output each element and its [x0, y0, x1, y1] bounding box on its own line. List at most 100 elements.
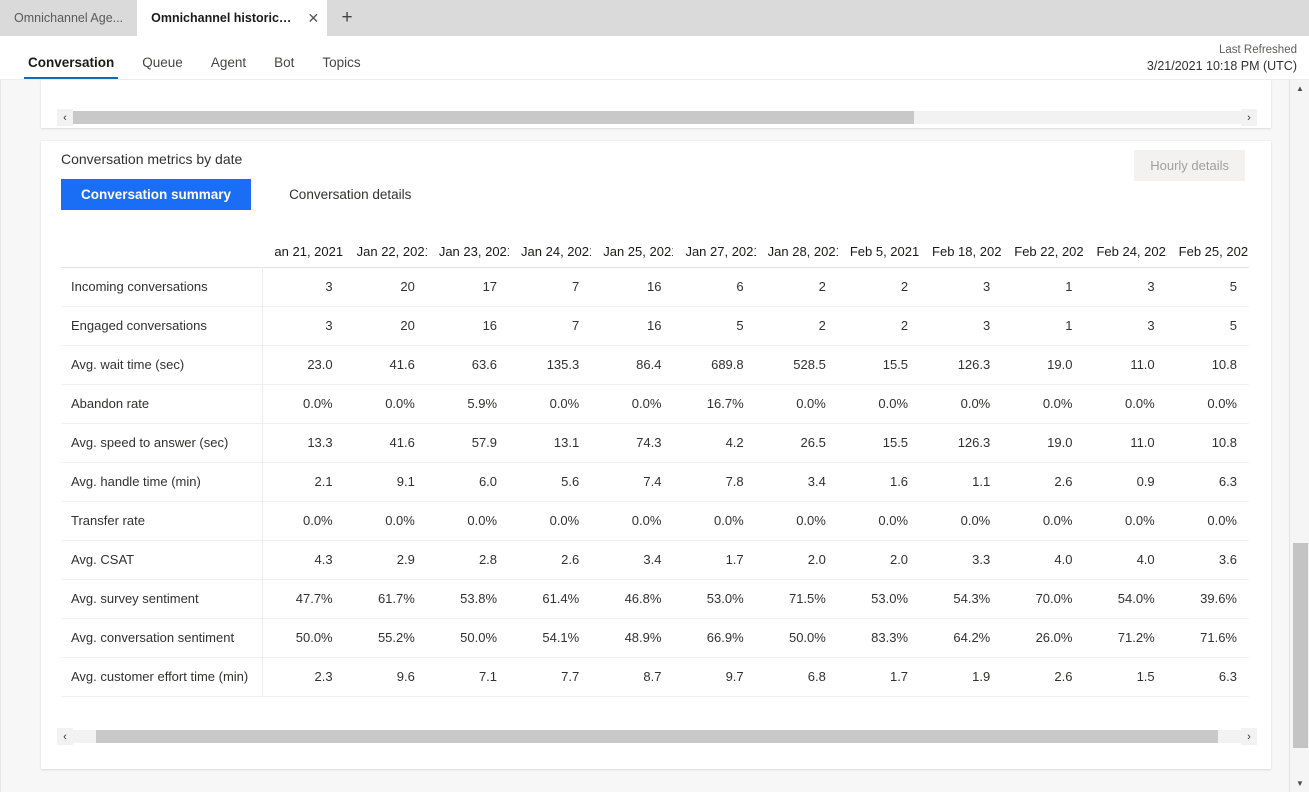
metric-value-cell: 2.1 [262, 461, 345, 501]
vertical-scrollbar-thumb[interactable] [1293, 543, 1308, 748]
column-header-date[interactable]: Feb 24, 2021 [1084, 219, 1166, 267]
tab-queue[interactable]: Queue [132, 55, 193, 79]
metric-value-cell: 66.9% [673, 617, 756, 657]
scroll-right-icon[interactable]: › [1241, 728, 1257, 745]
metric-value-cell: 20 [344, 305, 427, 345]
report-page: ‹ › Conversation metrics by date Hourly … [0, 80, 1289, 792]
metric-value-cell: 20 [344, 266, 427, 306]
metric-name-cell: Avg. speed to answer (sec) [61, 422, 263, 462]
column-header-date[interactable]: Jan 27, 2021 [673, 219, 755, 267]
metric-value-cell: 0.0% [1166, 500, 1249, 540]
metric-value-cell: 2.9 [344, 539, 427, 579]
tab-agent[interactable]: Agent [201, 55, 256, 79]
scrollbar-thumb[interactable] [73, 111, 914, 124]
metric-value-cell: 4.3 [262, 539, 345, 579]
column-header-date[interactable]: Jan 23, 2021 [427, 219, 509, 267]
metric-value-cell: 0.0% [920, 383, 1003, 423]
column-header-date[interactable]: Jan 28, 2021 [756, 219, 838, 267]
table-header: an 21, 2021 Jan 22, 2021 Jan 23, 2021 Ja… [61, 219, 1249, 267]
hourly-details-button[interactable]: Hourly details [1134, 150, 1245, 181]
metric-value-cell: 2.6 [1002, 656, 1085, 697]
table-row: Avg. customer effort time (min) 2.3 9.6 7.1… [61, 656, 1249, 697]
metric-value-cell: 2.3 [262, 656, 345, 697]
metric-value-cell: 50.0% [755, 617, 838, 657]
metric-value-cell: 0.0% [426, 500, 510, 540]
scroll-right-icon[interactable]: › [1241, 109, 1257, 126]
browser-tab-inactive[interactable]: Omnichannel Age... [0, 0, 137, 36]
column-header-date[interactable]: Jan 24, 2021 [509, 219, 591, 267]
conversation-details-button[interactable]: Conversation details [273, 179, 427, 210]
scroll-left-icon[interactable]: ‹ [57, 728, 73, 745]
conversation-summary-button[interactable]: Conversation summary [61, 179, 252, 210]
column-header-date[interactable]: Feb 18, 2021 [920, 219, 1002, 267]
metric-value-cell: 1.5 [1084, 656, 1167, 697]
metric-value-cell: 46.8% [591, 578, 674, 618]
browser-tab-active[interactable]: Omnichannel historical an... ✕ [137, 0, 328, 36]
close-icon[interactable]: ✕ [306, 9, 322, 27]
metric-value-cell: 135.3 [509, 344, 592, 384]
metric-value-cell: 53.8% [426, 578, 510, 618]
column-header-date[interactable]: Feb 25, 2021 [1167, 219, 1249, 267]
metric-value-cell: 5.9% [426, 383, 510, 423]
scrollbar-track[interactable] [73, 111, 1241, 124]
metric-value-cell: 3 [262, 305, 345, 345]
metric-value-cell: 53.0% [837, 578, 921, 618]
scroll-left-icon[interactable]: ‹ [57, 109, 73, 126]
metric-value-cell: 19.0 [1002, 344, 1085, 384]
column-header-date[interactable]: Feb 5, 2021 [838, 219, 920, 267]
table-row: Avg. speed to answer (sec) 13.3 41.6 57.9 13… [61, 422, 1249, 462]
metric-value-cell: 70.0% [1002, 578, 1085, 618]
metric-value-cell: 17 [426, 266, 510, 306]
metric-value-cell: 2.6 [1002, 461, 1085, 501]
metric-value-cell: 8.7 [591, 656, 674, 697]
metric-value-cell: 3 [920, 266, 1003, 306]
tab-conversation[interactable]: Conversation [18, 55, 124, 79]
metric-name-cell: Avg. conversation sentiment [61, 617, 263, 657]
column-header-date[interactable]: Jan 22, 2021 [345, 219, 427, 267]
scroll-down-icon[interactable]: ▼ [1290, 775, 1309, 792]
metric-value-cell: 50.0% [426, 617, 510, 657]
column-header-date[interactable]: Jan 25, 2021 [591, 219, 673, 267]
metric-value-cell: 2.6 [509, 539, 592, 579]
table-horizontal-scrollbar[interactable]: ‹ › [57, 728, 1257, 745]
metric-value-cell: 7.8 [673, 461, 756, 501]
table-row: Abandon rate 0.0% 0.0% 5.9% 0.0% 0.0% 16.7% 0.0… [61, 383, 1249, 423]
metric-value-cell: 16 [591, 305, 674, 345]
metric-value-cell: 4.0 [1084, 539, 1167, 579]
metric-value-cell: 1.9 [920, 656, 1003, 697]
scrollbar-track[interactable] [73, 730, 1241, 743]
metric-value-cell: 126.3 [920, 422, 1003, 462]
new-tab-icon[interactable]: + [327, 0, 367, 36]
column-header-date[interactable]: Feb 22, 2021 [1002, 219, 1084, 267]
conversation-metrics-card: Conversation metrics by date Hourly deta… [41, 141, 1271, 769]
browser-tab-strip: Omnichannel Age... Omnichannel historica… [0, 0, 1309, 36]
metric-value-cell: 5 [1166, 305, 1249, 345]
metric-value-cell: 13.1 [509, 422, 592, 462]
page-title: Conversation metrics by date [61, 151, 243, 167]
metric-value-cell: 0.0% [344, 383, 427, 423]
metric-value-cell: 4.0 [1002, 539, 1085, 579]
tab-topics[interactable]: Topics [312, 55, 370, 79]
nav-tabs: Conversation Queue Agent Bot Topics [0, 55, 379, 79]
upper-horizontal-scrollbar[interactable]: ‹ › [57, 109, 1257, 126]
metric-value-cell: 1.7 [673, 539, 756, 579]
metric-value-cell: 3 [262, 266, 345, 306]
metric-value-cell: 689.8 [673, 344, 756, 384]
metrics-view-toggle: Conversation summary Conversation detail… [61, 179, 427, 210]
metric-value-cell: 2.0 [755, 539, 838, 579]
metric-value-cell: 3.4 [755, 461, 838, 501]
metric-value-cell: 0.0% [755, 500, 838, 540]
metric-value-cell: 54.0% [1084, 578, 1167, 618]
scrollbar-thumb[interactable] [96, 730, 1218, 743]
metric-value-cell: 41.6 [344, 344, 427, 384]
tab-bot[interactable]: Bot [264, 55, 304, 79]
metric-value-cell: 83.3% [837, 617, 921, 657]
page-vertical-scrollbar[interactable]: ▲ ▼ [1289, 80, 1309, 792]
scroll-up-icon[interactable]: ▲ [1290, 80, 1309, 97]
last-refreshed-value: 3/21/2021 10:18 PM (UTC) [1146, 59, 1297, 73]
metric-value-cell: 7.1 [426, 656, 510, 697]
tab-label: Agent [210, 55, 247, 70]
metric-value-cell: 23.0 [262, 344, 345, 384]
metric-value-cell: 0.0% [262, 500, 345, 540]
column-header-date[interactable]: an 21, 2021 [262, 219, 344, 267]
